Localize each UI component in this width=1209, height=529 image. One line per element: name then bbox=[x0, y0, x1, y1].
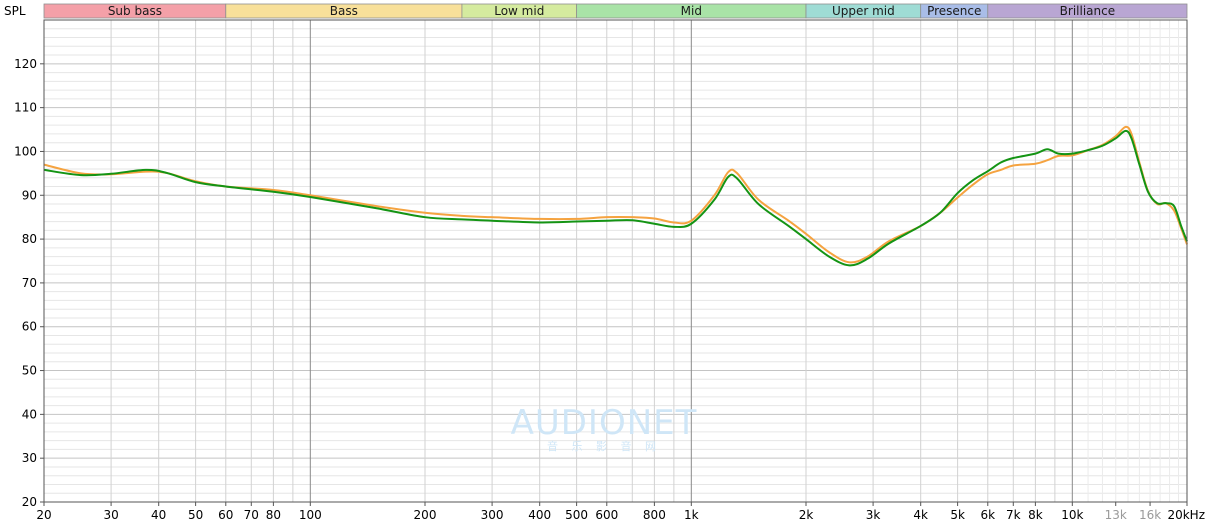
y-tick-label: 30 bbox=[22, 451, 37, 465]
y-tick-label: 50 bbox=[22, 364, 37, 378]
x-tick-label: 600 bbox=[595, 508, 618, 522]
x-tick-label: 50 bbox=[188, 508, 203, 522]
x-tick-label: 100 bbox=[299, 508, 322, 522]
x-tick-label: 5k bbox=[950, 508, 965, 522]
x-tick-label: 3k bbox=[866, 508, 881, 522]
x-tick-label: 13k bbox=[1105, 508, 1127, 522]
x-tick-label: 10k bbox=[1061, 508, 1083, 522]
x-tick-label: 80 bbox=[266, 508, 281, 522]
y-tick-label: 110 bbox=[14, 101, 37, 115]
x-tick-label: 30 bbox=[103, 508, 118, 522]
x-tick-label: 2k bbox=[799, 508, 814, 522]
y-tick-label: 90 bbox=[22, 188, 37, 202]
x-tick-label: 20 bbox=[36, 508, 51, 522]
x-tick-label: 70 bbox=[244, 508, 259, 522]
frequency-band-bar: Sub bass Bass Low mid Mid Upper mid Presence B… bbox=[43, 3, 1188, 19]
x-tick-label: 8k bbox=[1028, 508, 1043, 522]
band-label-brilliance: Brilliance bbox=[1060, 4, 1115, 18]
x-tick-label: 1k bbox=[684, 508, 699, 522]
watermark-sub-text: 音 乐 影 音 网 bbox=[547, 439, 661, 453]
y-tick-label: 20 bbox=[22, 495, 37, 509]
x-tick-label: 40 bbox=[151, 508, 166, 522]
x-tick-label: 20kHz bbox=[1167, 508, 1205, 522]
watermark-main-text: AUDIONET bbox=[511, 403, 698, 443]
x-tick-label: 400 bbox=[528, 508, 551, 522]
band-label-upper-mid: Upper mid bbox=[832, 4, 895, 18]
y-axis-label: SPL bbox=[4, 4, 26, 18]
x-tick-label: 7k bbox=[1006, 508, 1021, 522]
y-tick-label: 40 bbox=[22, 407, 37, 421]
band-label-sub-bass: Sub bass bbox=[108, 4, 162, 18]
y-tick-label: 80 bbox=[22, 232, 37, 246]
x-tick-label: 60 bbox=[218, 508, 233, 522]
y-tick-label: 70 bbox=[22, 276, 37, 290]
y-tick-label: 100 bbox=[14, 144, 37, 158]
x-tick-label: 4k bbox=[913, 508, 928, 522]
frequency-response-chart: Sub bass Bass Low mid Mid Upper mid Presence B… bbox=[0, 0, 1209, 529]
band-label-low-mid: Low mid bbox=[494, 4, 544, 18]
x-tick-label: 6k bbox=[980, 508, 995, 522]
x-tick-label: 300 bbox=[481, 508, 504, 522]
x-tick-label: 200 bbox=[414, 508, 437, 522]
band-label-bass: Bass bbox=[330, 4, 358, 18]
band-label-presence: Presence bbox=[927, 4, 981, 18]
y-tick-label: 60 bbox=[22, 320, 37, 334]
x-tick-label: 800 bbox=[643, 508, 666, 522]
x-tick-label: 500 bbox=[565, 508, 588, 522]
y-tick-label: 120 bbox=[14, 57, 37, 71]
x-tick-label: 16k bbox=[1139, 508, 1161, 522]
band-label-mid: Mid bbox=[681, 4, 702, 18]
